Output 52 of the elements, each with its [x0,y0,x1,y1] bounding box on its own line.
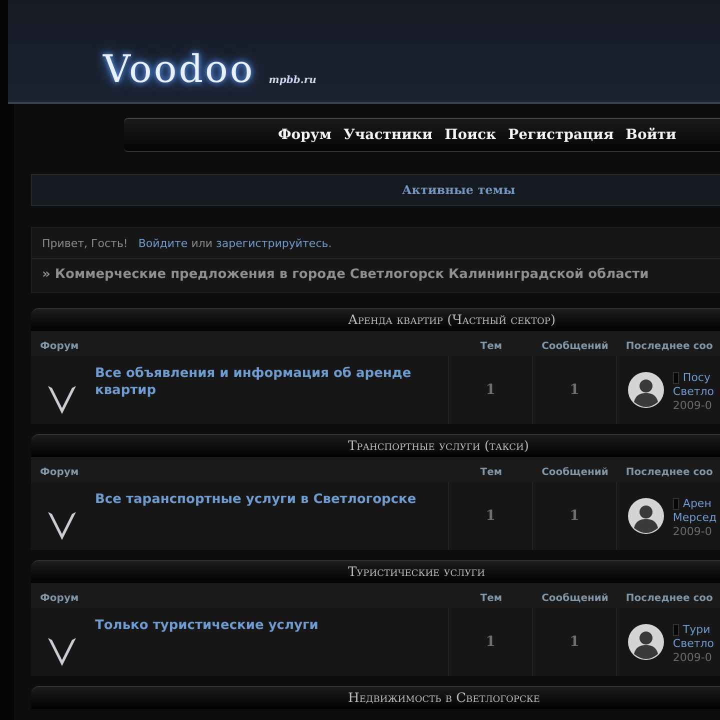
category-title: Транспортные услуги (такси) [348,438,529,454]
post-count: 1 [570,508,580,524]
column-header: Тем [480,467,502,478]
last-post-link[interactable]: Посу [682,370,710,384]
last-post-link[interactable]: Тури [682,622,710,636]
topic-count: 1 [486,508,496,524]
forum-title-link[interactable]: Все объявления и информация об аренде квартир [95,365,425,399]
last-post-link[interactable]: Светло [672,636,714,650]
nav-link[interactable]: Участники [344,127,433,143]
forum-title-link[interactable]: Все таранспортные услуги в Светлогорске [95,491,425,508]
post-icon [672,498,679,510]
post-count: 1 [570,382,580,398]
category-title: Недвижимость в Светлогорске [348,690,540,706]
active-topics-link[interactable]: Активные темы [402,183,516,197]
avatar-icon [628,372,664,408]
nav-link[interactable]: Форум [278,127,332,143]
greeting-text: Привет, Гость! Войдите или зарегистрируйтесь. [32,228,720,259]
category-title: Аренда квартир (Частный сектор) [348,312,556,328]
logo-subtitle: mpbb.ru [268,75,316,88]
column-header: Сообщений [542,341,608,352]
column-header: Форум [40,467,79,478]
column-header: Сообщений [542,467,608,478]
category-title: Туристические услуги [348,564,485,580]
last-post-link[interactable]: Арен [682,496,712,510]
login-link[interactable]: Войдите [138,237,188,250]
site-logo[interactable]: Voodoo [103,50,255,88]
column-header: Форум [40,593,79,604]
column-header: Последнее соо [626,341,713,352]
nav-link[interactable]: Поиск [444,127,496,143]
column-header: Последнее соо [626,467,713,478]
nav-link[interactable]: Войти [626,127,676,143]
topic-count: 1 [486,634,496,650]
register-link[interactable]: зарегистрируйтесь [216,237,328,250]
last-post-link[interactable]: Светло [672,384,714,398]
column-header: Сообщений [542,593,608,604]
last-post-date: 2009-0 [672,524,713,538]
post-icon [672,372,679,384]
avatar-icon [628,498,664,534]
post-icon [672,624,679,636]
column-header: Форум [40,341,79,352]
last-post-link[interactable]: Мерсед [672,510,717,524]
nav-link[interactable]: Регистрация [508,127,614,143]
last-post-date: 2009-0 [672,650,713,664]
last-post-date: 2009-0 [672,398,713,412]
column-header: Тем [480,593,502,604]
topic-count: 1 [486,382,496,398]
column-header: Последнее соо [626,593,713,604]
post-count: 1 [570,634,580,650]
forum-title-link[interactable]: Только туристические услуги [95,617,425,634]
breadcrumb: » Коммерческие предложения в городе Светлогорск Калининградской области [41,266,650,284]
column-header: Тем [480,341,502,352]
avatar-icon [628,624,664,660]
